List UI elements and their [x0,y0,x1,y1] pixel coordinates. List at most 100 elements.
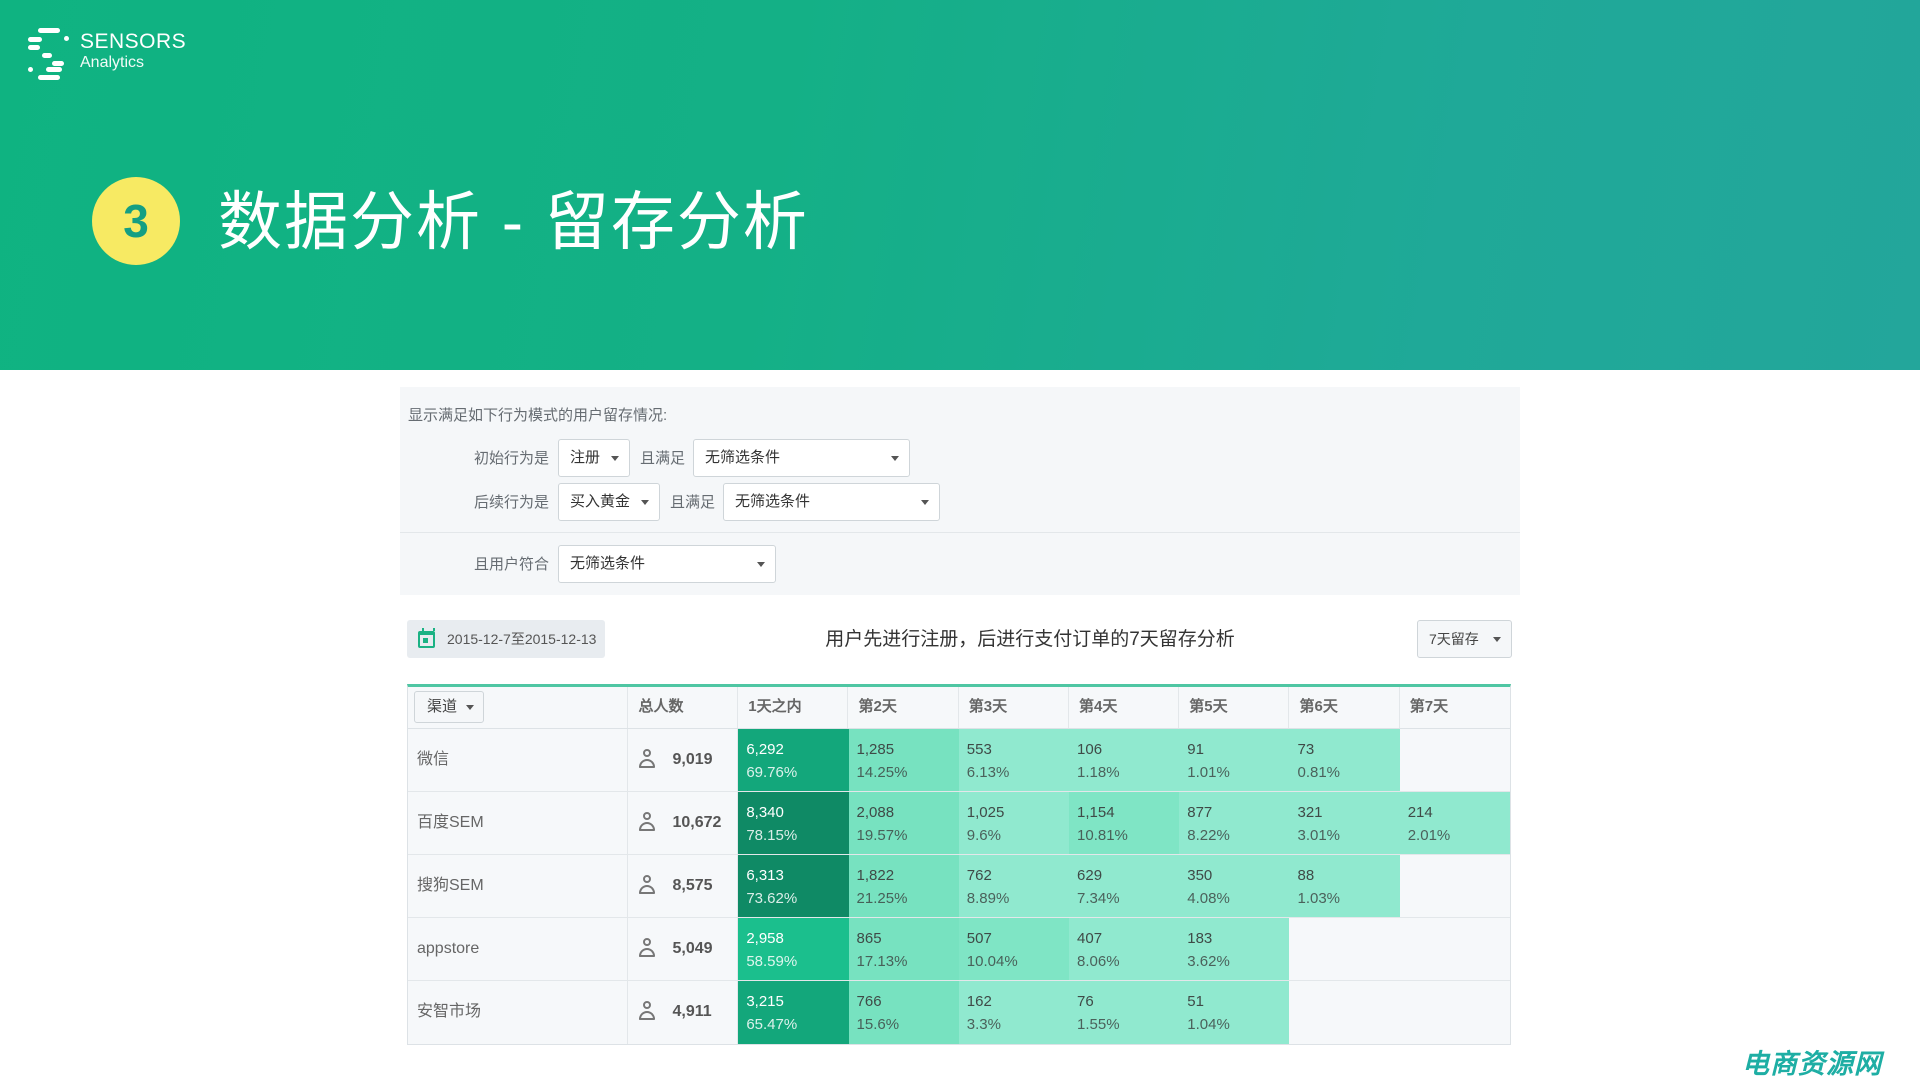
sensors-logo-icon [28,28,70,80]
retention-cell[interactable]: 73 0.81% [1289,729,1400,791]
retained-percent: 1.03% [1297,890,1341,907]
retention-cell[interactable]: 321 3.01% [1289,792,1400,854]
retained-percent: 10.81% [1077,827,1128,844]
brand: SENSORS Analytics [80,30,186,72]
filter-panel: 显示满足如下行为模式的用户留存情况: 初始行为是 注册 且满足 无筛选条件 后续… [400,387,1520,595]
calendar-icon [418,628,435,648]
retention-cell[interactable]: 183 3.62% [1179,918,1290,980]
retention-cell[interactable]: 507 10.04% [958,918,1070,980]
retained-percent: 7.34% [1077,890,1120,907]
channel-name: appstore [408,918,629,980]
retention-period-select[interactable]: 7天留存 [1417,620,1512,658]
retention-cell[interactable]: 1,285 14.25% [848,729,959,791]
retention-cell[interactable]: 6,313 73.62% [738,855,849,917]
channel-name: 安智市场 [408,981,629,1044]
retained-percent: 8.22% [1187,827,1230,844]
retention-cell[interactable]: 88 1.03% [1289,855,1400,917]
initial-action-select[interactable]: 注册 [558,439,630,477]
column-header: 1天之内 [738,687,849,728]
retention-cell[interactable]: 629 7.34% [1069,855,1180,917]
initial-condition-select[interactable]: 无筛选条件 [693,439,910,477]
retained-count: 762 [966,867,992,884]
retained-percent: 2.01% [1407,827,1451,844]
user-icon [638,875,656,895]
total-users-value: 10,672 [672,814,722,831]
table-row[interactable]: appstore 5,049 2,958 58.59% 865 17.13% 507 10.0… [408,918,1510,981]
retention-table: 渠道 总人数 1天之内 第2天 第3天 第4天 第5天 第6天 第7天 微信 9,… [407,684,1511,1045]
retention-cell[interactable]: 76 1.55% [1069,981,1180,1044]
step-number-badge: 3 [92,177,180,265]
hero-banner: SENSORS Analytics 3 数据分析 - 留存分析 [0,0,1920,370]
followup-action-select[interactable]: 买入黄金 [558,483,660,521]
retention-cell[interactable]: 407 8.06% [1069,918,1180,980]
retained-count: 407 [1077,930,1103,947]
total-users-cell: 4,911 [628,981,739,1044]
table-row[interactable]: 搜狗SEM 8,575 6,313 73.62% 1,822 21.25% 762 8.89%… [408,855,1510,918]
retention-cell[interactable]: 3,215 65.47% [738,981,849,1044]
user-icon [638,1001,656,1021]
table-row[interactable]: 微信 9,019 6,292 69.76% 1,285 14.25% 553 6.13% 106… [408,729,1510,792]
retention-cell[interactable]: 877 8.22% [1179,792,1290,854]
retained-count: 629 [1077,867,1103,884]
date-range-value: 2015-12-7至2015-12-13 [447,631,597,647]
retained-count: 8,340 [746,804,784,821]
user-filter-label: 且用户符合 [474,556,550,573]
followup-condition-select[interactable]: 无筛选条件 [723,483,940,521]
retention-cell[interactable]: 162 3.3% [958,981,1070,1044]
retained-percent: 73.62% [746,890,798,907]
retention-cell [1289,918,1399,980]
chevron-down-icon [466,705,474,710]
retention-cell [1400,729,1510,791]
retention-cell[interactable]: 762 8.89% [958,855,1070,917]
retention-cell[interactable]: 766 15.6% [848,981,959,1044]
retention-cell[interactable]: 106 1.18% [1069,729,1180,791]
retention-cell[interactable]: 8,340 78.15% [738,792,849,854]
retention-cell[interactable]: 214 2.01% [1399,792,1510,854]
retention-cell[interactable]: 553 6.13% [958,729,1070,791]
date-range-picker[interactable]: 2015-12-7至2015-12-13 [407,620,605,658]
retained-count: 73 [1297,741,1315,758]
retained-percent: 9.6% [966,827,1001,844]
column-header: 第7天 [1409,698,1449,715]
table-row[interactable]: 百度SEM 10,672 8,340 78.15% 2,088 19.57% 1,025 9.… [408,792,1510,855]
retention-cell[interactable]: 1,025 9.6% [958,792,1070,854]
retained-percent: 8.89% [966,890,1010,907]
retention-cell[interactable]: 51 1.04% [1179,981,1290,1044]
retention-cell[interactable]: 91 1.01% [1179,729,1290,791]
retention-cell[interactable]: 350 4.08% [1179,855,1290,917]
retained-percent: 0.81% [1297,764,1341,781]
chevron-down-icon [1493,637,1501,642]
initial-condition-label: 且满足 [640,450,686,467]
divider [400,532,1520,533]
chevron-down-icon [891,456,899,461]
retention-cell[interactable]: 865 17.13% [848,918,959,980]
brand-subtitle: Analytics [80,54,145,71]
page-title: 数据分析 - 留存分析 [218,186,809,258]
retained-percent: 15.6% [856,1016,900,1033]
retention-cell[interactable]: 2,958 58.59% [738,918,849,980]
retention-cell[interactable]: 1,154 10.81% [1069,792,1180,854]
retained-percent: 3.62% [1187,953,1230,970]
table-row[interactable]: 安智市场 4,911 3,215 65.47% 766 15.6% 162 3.3% 76 1.5… [408,981,1510,1044]
followup-condition-value: 无筛选条件 [735,493,811,510]
total-users-cell: 5,049 [628,918,739,980]
channel-dimension-select[interactable]: 渠道 [414,691,484,723]
total-users-cell: 9,019 [628,729,739,791]
retained-percent: 6.13% [966,764,1010,781]
retained-count: 106 [1077,741,1103,758]
total-users-value: 9,019 [672,751,713,768]
retention-cell[interactable]: 2,088 19.57% [848,792,959,854]
retention-period-value: 7天留存 [1429,631,1479,647]
channel-header: 渠道 [408,687,629,728]
retention-cell[interactable]: 6,292 69.76% [738,729,849,791]
initial-action-label: 初始行为是 [474,450,550,467]
followup-action-label: 后续行为是 [474,494,550,511]
retained-percent: 17.13% [856,953,908,970]
retention-cell [1400,981,1510,1044]
user-filter-select[interactable]: 无筛选条件 [558,545,776,583]
watermark: 电商资源网 [1742,1049,1882,1079]
total-users-cell: 10,672 [628,792,739,854]
user-filter-value: 无筛选条件 [570,555,646,572]
retention-cell[interactable]: 1,822 21.25% [848,855,959,917]
retained-count: 1,285 [856,741,895,758]
